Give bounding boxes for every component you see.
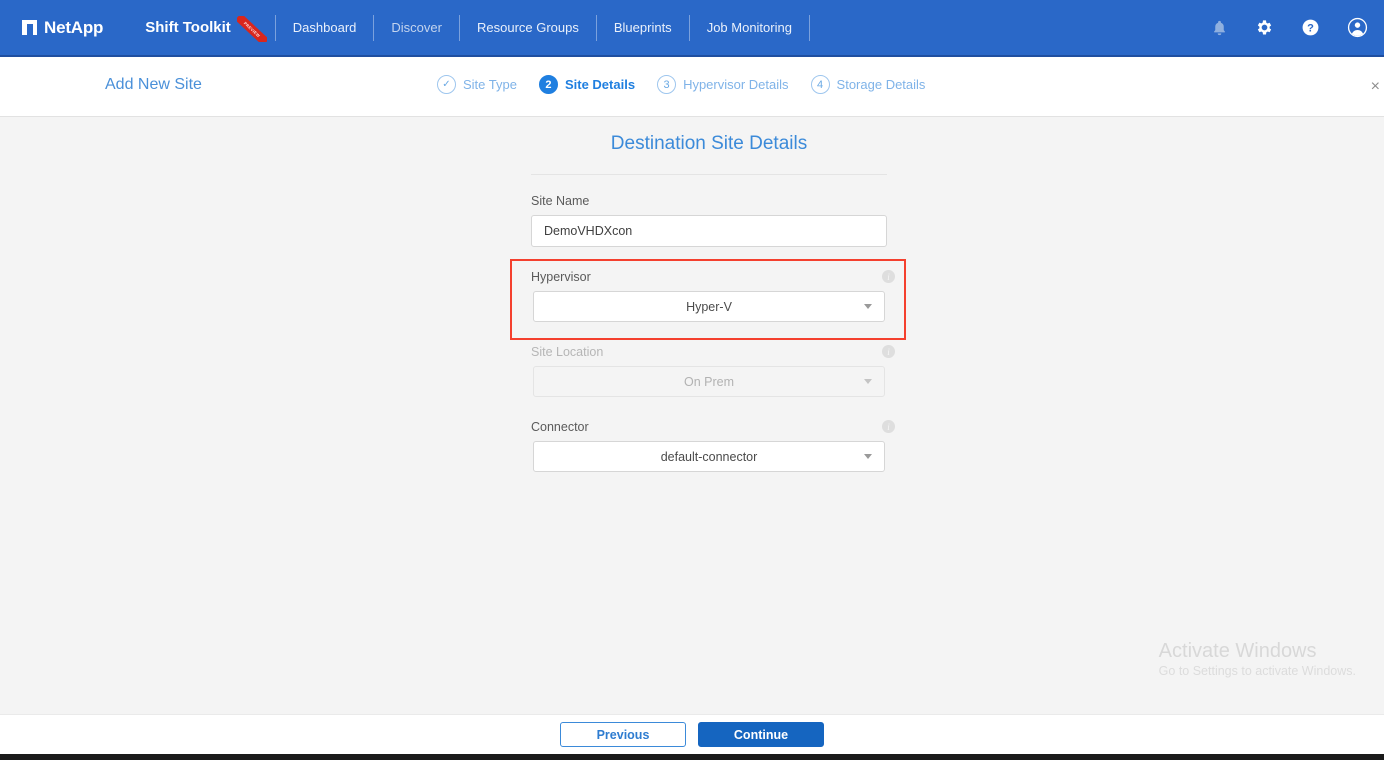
page-title: Add New Site [105, 76, 202, 93]
hypervisor-dropdown[interactable]: Hyper-V [533, 291, 885, 322]
nav-item-job-monitoring[interactable]: Job Monitoring [690, 15, 809, 41]
top-navigation-bar: NetApp Shift Toolkit PREVIEW Dashboard D… [0, 0, 1384, 57]
nav-item-resource-groups[interactable]: Resource Groups [460, 15, 596, 41]
wizard-step-storage-details[interactable]: 4 Storage Details [810, 75, 926, 94]
field-hypervisor: Hypervisor i Hyper-V [510, 259, 906, 340]
nav-item-discover[interactable]: Discover [374, 15, 459, 41]
connector-label: Connector [531, 420, 589, 434]
preview-ribbon-icon: PREVIEW [236, 16, 267, 42]
info-icon[interactable]: i [882, 420, 895, 433]
check-icon: ✓ [437, 75, 456, 94]
chevron-down-icon [864, 379, 872, 384]
topbar-icon-group: ? [1211, 17, 1368, 38]
connector-dropdown[interactable]: default-connector [533, 441, 885, 472]
wizard-step-site-details[interactable]: 2 Site Details [538, 75, 636, 94]
wizard-step-site-type[interactable]: ✓ Site Type [437, 75, 517, 94]
wizard-step-label: Storage Details [836, 77, 926, 92]
netapp-logo-icon [22, 20, 37, 35]
preview-ribbon-label: PREVIEW [236, 16, 267, 42]
gear-icon[interactable] [1255, 18, 1274, 37]
hypervisor-label: Hypervisor [531, 270, 591, 284]
chevron-down-icon [864, 304, 872, 309]
wizard-footer: Previous Continue [0, 714, 1384, 754]
hypervisor-selected-value: Hyper-V [686, 299, 732, 314]
netapp-brand-label: NetApp [44, 17, 104, 37]
wizard-step-hypervisor-details[interactable]: 3 Hypervisor Details [657, 75, 789, 94]
chevron-down-icon [864, 454, 872, 459]
watermark-subtitle: Go to Settings to activate Windows. [1158, 664, 1356, 678]
svg-text:?: ? [1307, 22, 1314, 34]
account-icon[interactable] [1347, 17, 1368, 38]
wizard-content: Destination Site Details Site Name Hyper… [0, 118, 1384, 720]
step-number-badge: 4 [810, 75, 830, 94]
nav-separator [808, 14, 810, 41]
info-icon[interactable]: i [882, 270, 895, 283]
nav-item-blueprints[interactable]: Blueprints [597, 15, 689, 41]
site-details-form: Destination Site Details Site Name Hyper… [510, 133, 906, 495]
wizard-header: Add New Site ✓ Site Type 2 Site Details … [0, 57, 1384, 117]
divider [531, 174, 887, 175]
site-location-label: Site Location [531, 345, 604, 359]
wizard-step-label: Site Type [463, 77, 517, 92]
connector-selected-value: default-connector [660, 449, 758, 464]
step-number-badge: 3 [657, 75, 677, 94]
wizard-step-label: Site Details [564, 77, 636, 92]
wizard-step-label: Hypervisor Details [683, 77, 789, 92]
primary-nav: Dashboard Discover Resource Groups Bluep… [276, 14, 810, 41]
site-name-input[interactable] [531, 215, 887, 247]
product-name-text: Shift Toolkit [145, 19, 231, 36]
form-heading: Destination Site Details [610, 133, 808, 154]
field-connector: Connector i default-connector [531, 420, 895, 472]
info-icon[interactable]: i [882, 345, 895, 358]
close-icon[interactable]: × [1371, 79, 1380, 95]
wizard-step-indicator: ✓ Site Type 2 Site Details 3 Hypervisor … [437, 75, 925, 94]
site-name-label: Site Name [531, 194, 590, 208]
bell-icon[interactable] [1211, 19, 1228, 37]
help-icon[interactable]: ? [1301, 18, 1320, 37]
product-name-label: Shift Toolkit PREVIEW [145, 16, 267, 42]
field-site-name: Site Name [531, 194, 887, 247]
continue-button[interactable]: Continue [698, 722, 824, 747]
step-number-badge: 2 [538, 75, 558, 94]
site-location-selected-value: On Prem [683, 374, 734, 389]
bottom-edge-strip [0, 754, 1384, 760]
site-location-dropdown: On Prem [533, 366, 885, 397]
watermark-title: Activate Windows [1158, 640, 1317, 662]
nav-item-dashboard[interactable]: Dashboard [276, 15, 374, 41]
activate-windows-watermark: Activate Windows Go to Settings to activ… [1159, 639, 1356, 678]
field-site-location: Site Location i On Prem [531, 345, 895, 397]
netapp-logo[interactable]: NetApp [22, 18, 103, 38]
previous-button[interactable]: Previous [560, 722, 686, 747]
application-window: NetApp Shift Toolkit PREVIEW Dashboard D… [0, 0, 1384, 760]
